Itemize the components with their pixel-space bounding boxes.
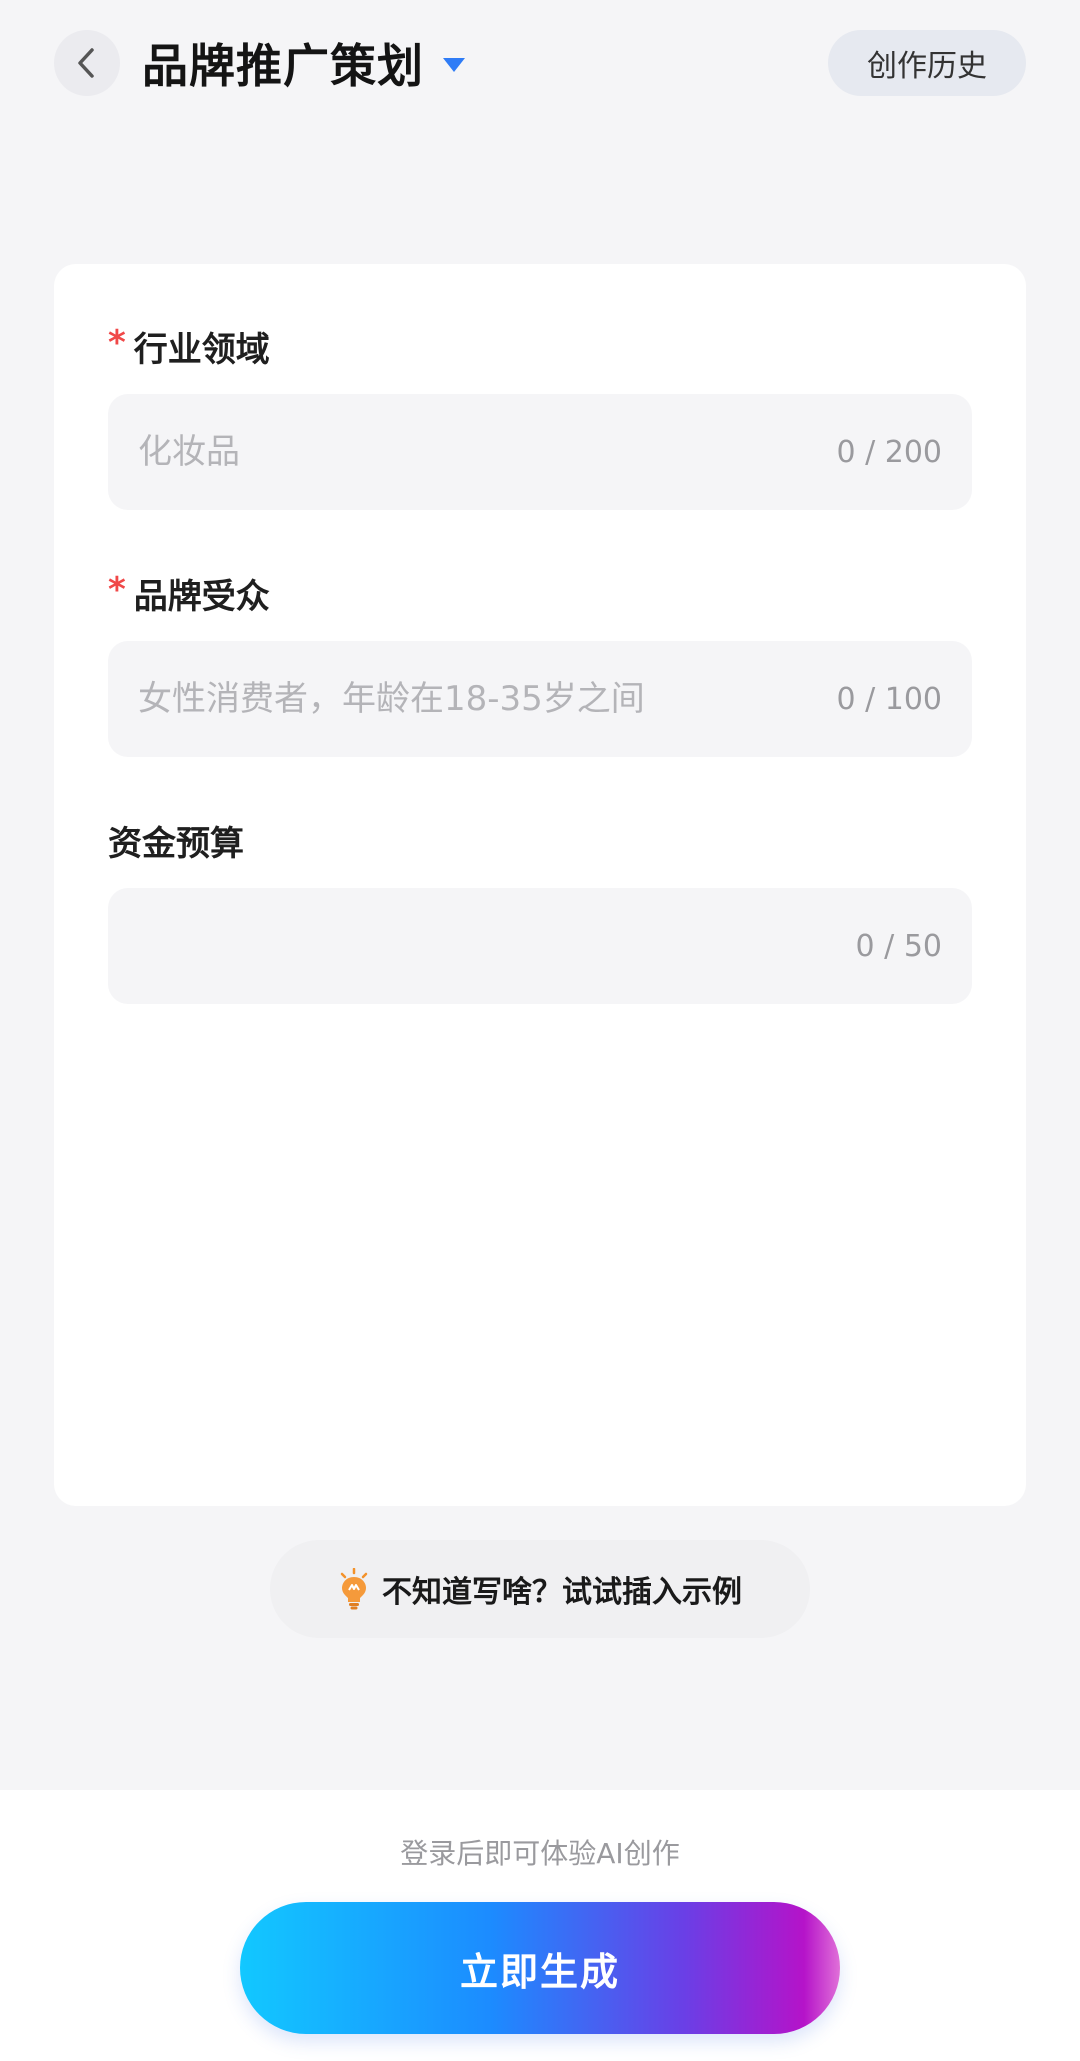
required-mark: * <box>108 569 126 610</box>
budget-field[interactable]: 0 / 50 <box>108 888 972 1004</box>
insert-example-button[interactable]: 不知道写啥？试试插入示例 <box>270 1540 810 1638</box>
required-mark: * <box>108 322 126 363</box>
back-button[interactable] <box>54 30 120 96</box>
field-label-budget: 资金预算 <box>108 816 244 865</box>
back-chevron-icon <box>78 48 94 78</box>
industry-input[interactable] <box>138 432 817 472</box>
field-label-industry: * 行业领域 <box>108 322 270 371</box>
audience-field[interactable]: 0 / 100 <box>108 641 972 757</box>
history-button[interactable]: 创作历史 <box>828 30 1026 96</box>
login-tip: 登录后即可体验AI创作 <box>400 1837 680 1870</box>
industry-field[interactable]: 0 / 200 <box>108 394 972 510</box>
lightbulb-icon <box>340 1568 368 1610</box>
title-dropdown[interactable]: 品牌推广策划 <box>142 30 466 96</box>
budget-input[interactable] <box>138 926 836 966</box>
field-label-text: 行业领域 <box>133 330 270 370</box>
field-label-text: 资金预算 <box>108 824 244 864</box>
field-label-audience: * 品牌受众 <box>108 569 270 618</box>
audience-input[interactable] <box>138 679 817 719</box>
caret-down-icon <box>443 58 465 72</box>
char-counter: 0 / 100 <box>836 681 942 717</box>
form-card: * 行业领域 0 / 200 * 品牌受众 0 / 100 资金预算 0 / 5… <box>54 264 1026 1506</box>
page: 品牌推广策划 创作历史 * 行业领域 0 / 200 * 品牌受众 0 / 10… <box>0 0 1080 2061</box>
generate-button[interactable]: 立即生成 <box>240 1902 840 2034</box>
field-label-text: 品牌受众 <box>133 577 270 617</box>
char-counter: 0 / 200 <box>836 434 942 470</box>
page-title: 品牌推广策划 <box>142 39 424 93</box>
example-hint-text: 不知道写啥？试试插入示例 <box>382 1575 742 1610</box>
char-counter: 0 / 50 <box>855 928 942 964</box>
bottom-bar: 登录后即可体验AI创作 立即生成 <box>0 1790 1080 2061</box>
